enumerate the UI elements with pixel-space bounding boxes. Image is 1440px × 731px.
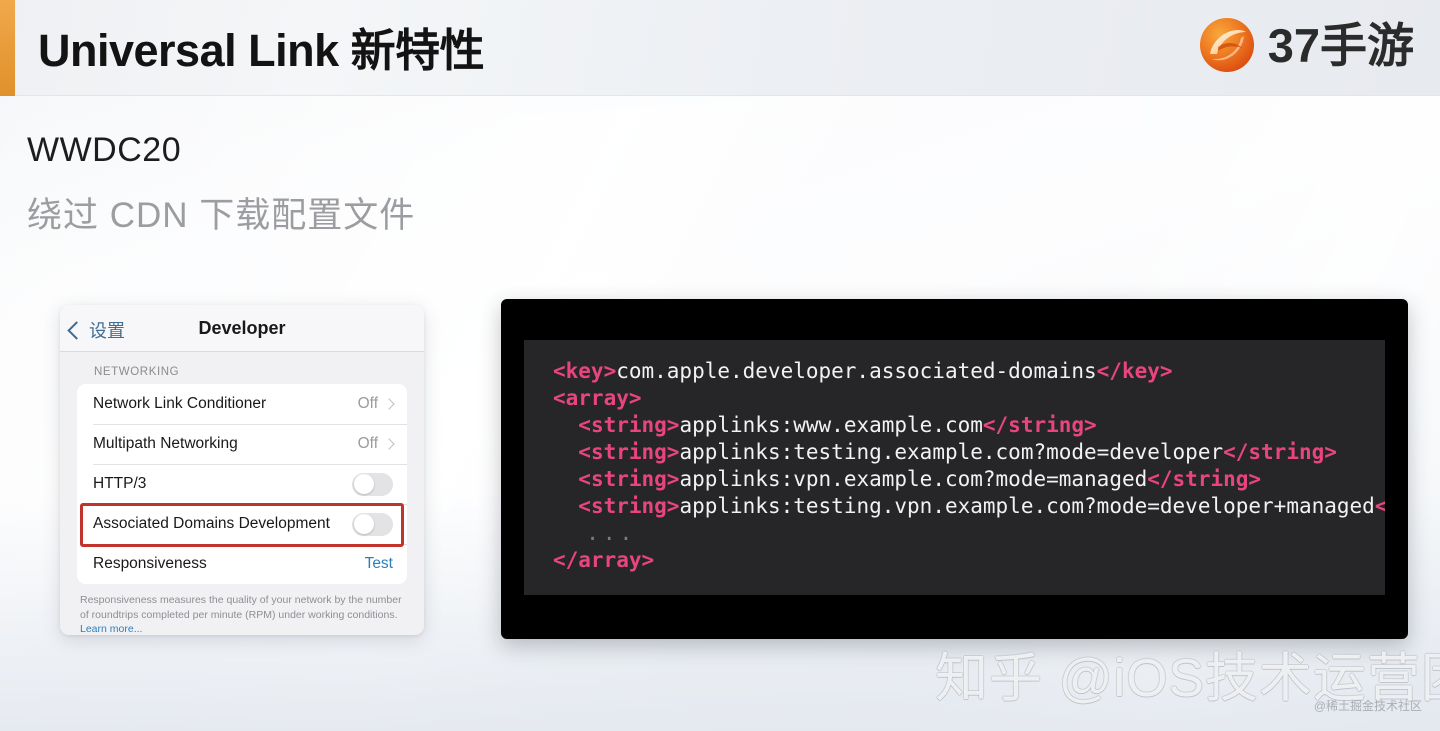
watermark-primary: 知乎 @iOS技术运营团队 (935, 649, 1440, 708)
code-token: applinks:vpn.example.com?mode=managed (679, 467, 1148, 491)
list-item-responsiveness[interactable]: Responsiveness Test (77, 544, 407, 584)
code-line: <string>applinks:www.example.com</string… (553, 412, 1385, 439)
ios-navigation-bar: 设置 Developer (60, 305, 424, 352)
code-token: <array> (553, 386, 642, 410)
code-token: applinks:www.example.com (679, 413, 983, 437)
code-line: <string>applinks:testing.vpn.example.com… (553, 493, 1385, 520)
orange-swirl-sphere-icon (1196, 14, 1258, 76)
code-token: <string> (578, 467, 680, 491)
settings-list: Network Link Conditioner Off Multipath N… (77, 384, 407, 584)
row-label: Associated Domains Development (93, 515, 330, 532)
footer-description: Responsiveness measures the quality of y… (80, 594, 402, 621)
chevron-right-icon (383, 398, 395, 410)
settings-footer-text: Responsiveness measures the quality of y… (80, 593, 404, 635)
row-label: Responsiveness (93, 555, 207, 572)
code-token: applinks:testing.example.com?mode=develo… (679, 440, 1224, 464)
eyebrow-heading: WWDC20 (27, 131, 182, 169)
code-token: </array> (553, 548, 655, 572)
code-token: </string> (1374, 494, 1385, 518)
code-line: <string>applinks:vpn.example.com?mode=ma… (553, 466, 1385, 493)
code-token: applinks:testing.vpn.example.com?mode=de… (679, 494, 1375, 518)
page-title: Universal Link 新特性 (38, 25, 485, 76)
code-token: <string> (578, 494, 680, 518)
associated-domains-development-toggle[interactable] (352, 512, 393, 536)
list-item-associated-domains-development[interactable]: Associated Domains Development (77, 504, 407, 544)
brand-logo: 37手游 (1196, 14, 1414, 76)
code-line: <array> (553, 385, 1385, 412)
code-line: </array> (553, 547, 1385, 574)
code-token: </string> (1147, 467, 1262, 491)
toggle-knob (353, 514, 374, 534)
toggle-knob (353, 474, 374, 494)
code-token: com.apple.developer.associated-domains (616, 359, 1097, 383)
ios-settings-panel: 设置 Developer NETWORKING Network Link Con… (60, 305, 424, 635)
http3-toggle[interactable] (352, 472, 393, 496)
learn-more-link[interactable]: Learn more... (80, 623, 142, 635)
slide-header: Universal Link 新特性 37手游 (0, 0, 1440, 96)
code-token: <string> (578, 413, 680, 437)
brand-logo-text: 37手游 (1267, 18, 1414, 72)
slide-root: Universal Link 新特性 37手游 WWDC20 绕过 CDN 下载… (0, 0, 1440, 731)
list-item-network-link-conditioner[interactable]: Network Link Conditioner Off (77, 384, 407, 424)
watermark-secondary: @稀土掘金技术社区 (1313, 699, 1422, 713)
row-value: Off (357, 395, 378, 412)
section-subtitle: 绕过 CDN 下载配置文件 (27, 196, 416, 235)
nav-title: Developer (198, 318, 286, 338)
code-token: <string> (578, 440, 680, 464)
list-item-multipath-networking[interactable]: Multipath Networking Off (77, 424, 407, 464)
code-snippet-panel: <key>com.apple.developer.associated-doma… (501, 299, 1408, 639)
code-token: </string> (982, 413, 1097, 437)
code-token: </string> (1223, 440, 1337, 464)
code-token: ... (553, 521, 637, 545)
code-line: ... (553, 520, 1385, 547)
row-label: HTTP/3 (93, 475, 147, 492)
section-header-networking: NETWORKING (94, 366, 180, 378)
code-block: <key>com.apple.developer.associated-doma… (524, 340, 1385, 595)
header-accent-bar (0, 0, 15, 96)
code-token: </key> (1096, 359, 1173, 383)
row-label: Multipath Networking (93, 435, 238, 452)
code-line: <key>com.apple.developer.associated-doma… (553, 358, 1385, 385)
list-item-http3[interactable]: HTTP/3 (77, 464, 407, 504)
responsiveness-test-button[interactable]: Test (365, 555, 393, 573)
chevron-right-icon (383, 438, 395, 450)
code-line: <string>applinks:testing.example.com?mod… (553, 439, 1385, 466)
code-token: <key> (553, 359, 617, 383)
row-label: Network Link Conditioner (93, 395, 267, 412)
row-value: Off (357, 435, 378, 452)
